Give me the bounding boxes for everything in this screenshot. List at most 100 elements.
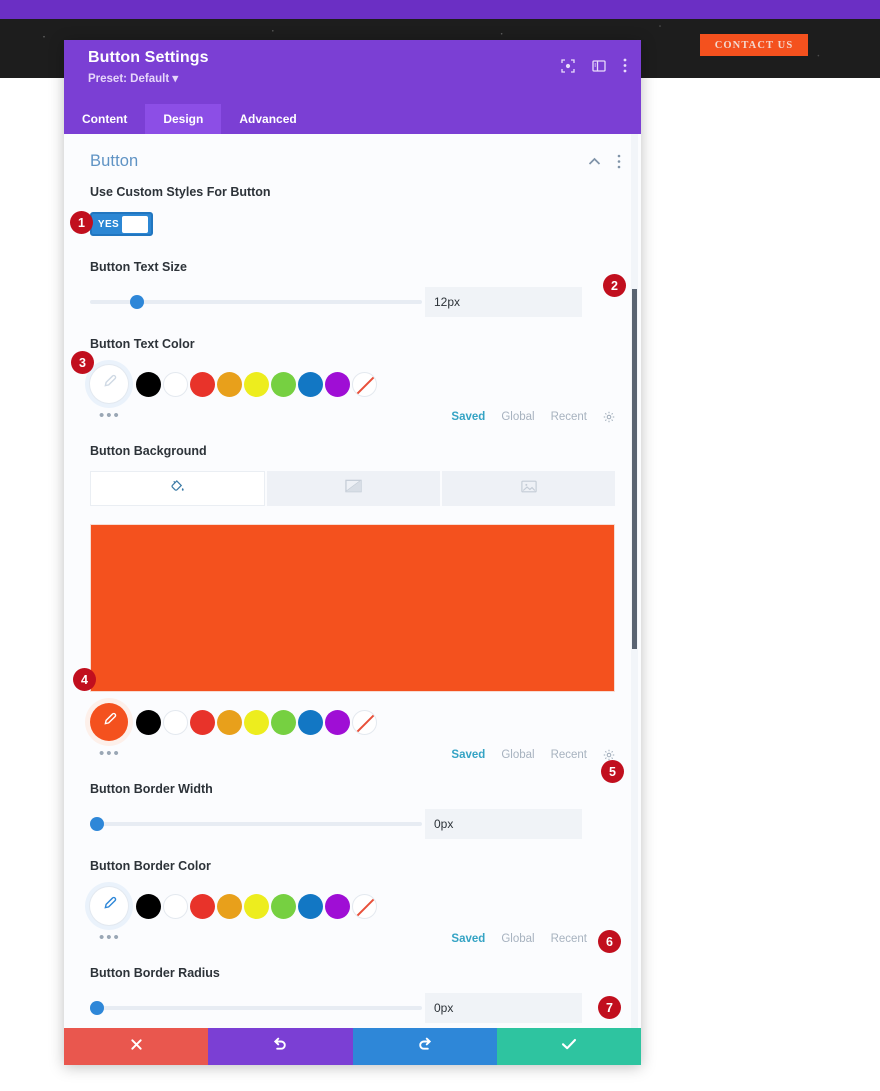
preset-label: Preset: Default bbox=[88, 73, 170, 85]
gradient-tab[interactable] bbox=[267, 471, 440, 506]
border-width-input[interactable]: 0px bbox=[425, 809, 582, 839]
swatch-orange[interactable] bbox=[217, 371, 242, 397]
field-label: Button Border Width bbox=[90, 782, 213, 796]
slider-handle[interactable] bbox=[130, 295, 144, 309]
palette-tab-global[interactable]: Global bbox=[501, 749, 534, 761]
undo-button[interactable] bbox=[208, 1028, 353, 1065]
swatch-yellow[interactable] bbox=[244, 371, 269, 397]
gear-icon[interactable] bbox=[603, 411, 615, 423]
kebab-menu-icon[interactable] bbox=[617, 154, 621, 169]
swatch-blue[interactable] bbox=[298, 371, 323, 397]
palette-tab-recent[interactable]: Recent bbox=[551, 411, 587, 423]
color-picker-button[interactable] bbox=[90, 365, 128, 403]
save-button[interactable] bbox=[496, 1028, 641, 1065]
tab-advanced[interactable]: Advanced bbox=[221, 104, 314, 134]
swatch-yellow[interactable] bbox=[244, 893, 269, 919]
swatch-white[interactable] bbox=[163, 371, 188, 397]
swatch-orange[interactable] bbox=[217, 709, 242, 735]
text-size-slider[interactable] bbox=[90, 291, 425, 313]
kebab-menu-icon[interactable] bbox=[623, 58, 627, 73]
palette-tab-saved[interactable]: Saved bbox=[451, 749, 485, 761]
border-width-slider[interactable] bbox=[90, 813, 425, 835]
palette-tab-saved[interactable]: Saved bbox=[451, 411, 485, 423]
more-colors-button[interactable]: ••• bbox=[90, 929, 121, 946]
text-size-input[interactable]: 12px bbox=[425, 287, 582, 317]
swatch-green[interactable] bbox=[271, 893, 296, 919]
undo-icon bbox=[272, 1036, 288, 1057]
swatch-none[interactable] bbox=[352, 371, 377, 397]
button-settings-modal: Button Settings Preset: Default ▾ Conten… bbox=[64, 40, 641, 1065]
slider-track bbox=[90, 1006, 422, 1010]
check-icon bbox=[561, 1037, 577, 1056]
swatch-none[interactable] bbox=[352, 709, 377, 735]
toggle-knob bbox=[121, 215, 148, 233]
image-icon bbox=[520, 480, 537, 498]
palette-tab-global[interactable]: Global bbox=[501, 411, 534, 423]
palette-tab-saved[interactable]: Saved bbox=[451, 933, 485, 945]
field-label: Button Text Size bbox=[90, 260, 187, 274]
tab-design[interactable]: Design bbox=[145, 104, 222, 134]
chevron-down-icon: ▾ bbox=[172, 73, 179, 85]
palette-tab-global[interactable]: Global bbox=[501, 933, 534, 945]
palette-tab-recent[interactable]: Recent bbox=[551, 749, 587, 761]
swatch-white[interactable] bbox=[163, 893, 188, 919]
field-label: Button Text Color bbox=[90, 337, 195, 351]
paint-bucket-icon bbox=[170, 479, 185, 499]
swatch-green[interactable] bbox=[271, 709, 296, 735]
more-colors-button[interactable]: ••• bbox=[90, 407, 121, 424]
focus-frame-icon[interactable] bbox=[561, 58, 575, 73]
palette-tab-recent[interactable]: Recent bbox=[551, 933, 587, 945]
swatch-purple[interactable] bbox=[325, 371, 350, 397]
swatch-black[interactable] bbox=[136, 371, 161, 397]
color-picker-button[interactable] bbox=[90, 887, 128, 925]
preset-dropdown[interactable]: Preset: Default ▾ bbox=[88, 71, 623, 85]
callout-badge-6: 6 bbox=[598, 930, 621, 953]
swatch-purple[interactable] bbox=[325, 893, 350, 919]
swatch-black[interactable] bbox=[136, 709, 161, 735]
redo-button[interactable] bbox=[352, 1028, 497, 1065]
swatch-orange[interactable] bbox=[217, 893, 242, 919]
chevron-up-icon[interactable] bbox=[588, 157, 601, 166]
modal-footer bbox=[64, 1028, 641, 1065]
callout-badge-4: 4 bbox=[73, 668, 96, 691]
color-picker-button[interactable] bbox=[90, 703, 128, 741]
text-color-palette-tabs: Saved Global Recent bbox=[64, 406, 641, 428]
background-swatch-row bbox=[90, 702, 615, 742]
border-radius-slider[interactable] bbox=[90, 997, 425, 1019]
background-color-preview[interactable] bbox=[90, 524, 615, 692]
swatch-red[interactable] bbox=[190, 709, 215, 735]
border-radius-input[interactable]: 0px bbox=[425, 993, 582, 1023]
swatch-black[interactable] bbox=[136, 893, 161, 919]
swatch-red[interactable] bbox=[190, 371, 215, 397]
contact-us-button[interactable]: CONTACT US bbox=[700, 34, 808, 56]
cancel-button[interactable] bbox=[64, 1028, 209, 1065]
swatch-blue[interactable] bbox=[298, 893, 323, 919]
tab-content[interactable]: Content bbox=[64, 104, 145, 134]
field-label: Button Border Radius bbox=[90, 966, 220, 980]
layout-panel-icon[interactable] bbox=[592, 59, 606, 73]
scrollbar-thumb[interactable] bbox=[632, 289, 637, 649]
callout-badge-5: 5 bbox=[601, 760, 624, 783]
swatch-none[interactable] bbox=[352, 893, 377, 919]
swatch-yellow[interactable] bbox=[244, 709, 269, 735]
image-tab[interactable] bbox=[442, 471, 615, 506]
callout-badge-3: 3 bbox=[71, 351, 94, 374]
field-button-border-radius: Button Border Radius 0px bbox=[64, 966, 641, 1023]
slider-handle[interactable] bbox=[90, 817, 104, 831]
more-colors-button[interactable]: ••• bbox=[90, 745, 121, 762]
slider-handle[interactable] bbox=[90, 1001, 104, 1015]
toggle-value: YES bbox=[97, 218, 120, 230]
swatch-white[interactable] bbox=[163, 709, 188, 735]
swatch-blue[interactable] bbox=[298, 709, 323, 735]
swatch-red[interactable] bbox=[190, 893, 215, 919]
field-button-border-width: Button Border Width 0px bbox=[64, 782, 641, 839]
swatch-purple[interactable] bbox=[325, 709, 350, 735]
swatch-green[interactable] bbox=[271, 371, 296, 397]
solid-color-tab[interactable] bbox=[90, 471, 265, 506]
close-icon bbox=[130, 1038, 143, 1056]
text-color-swatch-row bbox=[90, 364, 615, 404]
header-icon-group bbox=[561, 58, 627, 73]
modal-header: Button Settings Preset: Default ▾ bbox=[64, 40, 641, 104]
use-custom-styles-toggle[interactable]: YES bbox=[90, 212, 153, 236]
field-use-custom-styles: Use Custom Styles For Button YES bbox=[64, 185, 641, 236]
